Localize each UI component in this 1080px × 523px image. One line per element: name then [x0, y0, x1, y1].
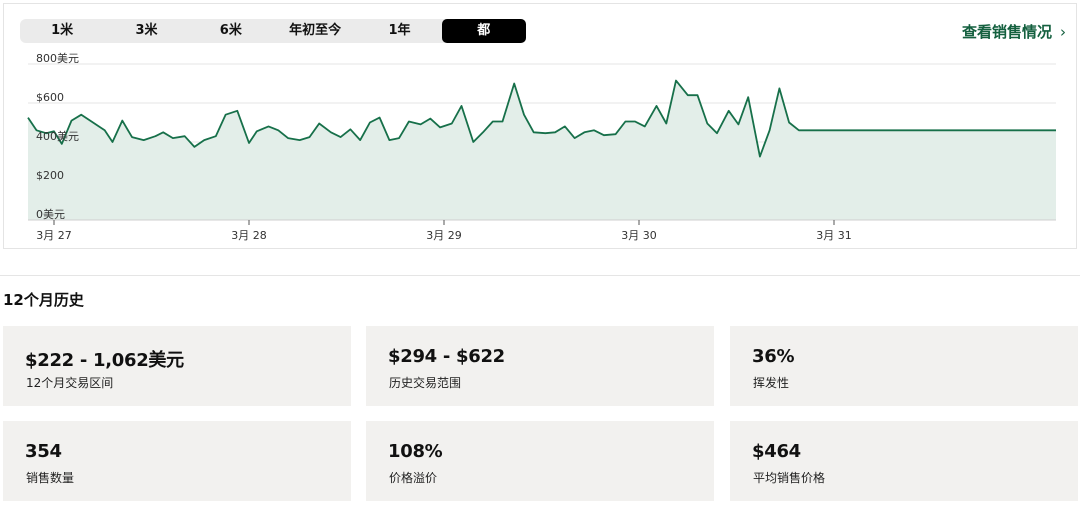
stat-card-price-premium: 108% 价格溢价: [366, 421, 714, 501]
history-section-title: 12个月历史: [3, 291, 84, 309]
tab-all[interactable]: 都: [441, 19, 526, 43]
y-tick-label: $600: [36, 91, 64, 104]
stat-label: 12个月交易区间: [26, 376, 114, 390]
tab-6m[interactable]: 6米: [189, 19, 273, 43]
x-tick-label: 3月 28: [231, 229, 267, 242]
y-tick-label: $200: [36, 169, 64, 182]
stat-label: 挥发性: [753, 376, 790, 390]
x-tick-label: 3月 29: [426, 229, 462, 242]
stat-value: 36%: [752, 346, 795, 367]
tab-ytd[interactable]: 年初至今: [273, 19, 357, 43]
stat-label: 平均销售价格: [753, 471, 826, 485]
stat-value: $222 - 1,062美元: [25, 350, 184, 371]
stat-value: $464: [752, 441, 801, 462]
area-fill: [28, 80, 1056, 220]
x-tick-label: 3月 31: [816, 229, 852, 242]
view-sales-label: 查看销售情况: [961, 23, 1052, 41]
y-tick-label: 0美元: [36, 208, 65, 221]
chevron-right-icon: ›: [1060, 23, 1066, 41]
time-range-tabs: 1米 3米 6米 年初至今 1年 都: [20, 19, 526, 43]
stat-card-avg-price: $464 平均销售价格: [730, 421, 1078, 501]
stat-value: 354: [25, 441, 62, 462]
y-tick-label: 800美元: [36, 52, 79, 65]
stat-card-historical-range: $294 - $622 历史交易范围: [366, 326, 714, 406]
stat-label: 历史交易范围: [389, 376, 462, 390]
stat-label: 销售数量: [26, 471, 75, 485]
view-sales-link[interactable]: 查看销售情况 ›: [962, 21, 1066, 42]
x-tick-label: 3月 27: [36, 229, 72, 242]
stat-value: $294 - $622: [388, 346, 505, 367]
x-tick-label: 3月 30: [621, 229, 657, 242]
stat-card-volatility: 36% 挥发性: [730, 326, 1078, 406]
section-divider: [0, 275, 1080, 276]
stat-value: 108%: [388, 441, 443, 462]
stat-card-sales-count: 354 销售数量: [3, 421, 351, 501]
price-chart-card: 0美元 $200 400美元 $600 800美元 3月 27 3月 28 3月 29 3月 3…: [3, 3, 1077, 249]
stat-card-12m-range: $222 - 1,062美元 12个月交易区间: [3, 326, 351, 406]
y-tick-label: 400美元: [36, 130, 79, 143]
tab-1y[interactable]: 1年: [357, 19, 441, 43]
stat-label: 价格溢价: [389, 471, 438, 485]
tab-3m[interactable]: 3米: [104, 19, 188, 43]
tab-1m[interactable]: 1米: [20, 19, 104, 43]
